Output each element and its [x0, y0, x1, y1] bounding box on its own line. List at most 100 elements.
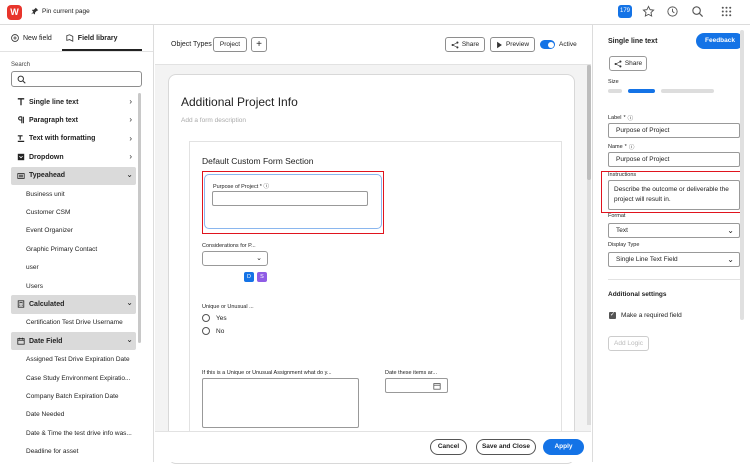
- info-icon: ⓘ: [627, 116, 634, 122]
- item-label: Event Organizer: [26, 227, 73, 235]
- typeahead-icon: [17, 172, 25, 179]
- left-scrollbar[interactable]: [138, 93, 141, 343]
- library-field-item[interactable]: Certification Test Drive Username: [11, 314, 136, 332]
- divider: [608, 279, 740, 280]
- designer-footer: Cancel Save and Close Apply: [155, 431, 591, 462]
- radio-no[interactable]: No: [202, 327, 224, 335]
- purpose-field-label: Purpose of Project * ⓘ: [213, 184, 269, 190]
- preview-button[interactable]: Preview: [490, 37, 535, 52]
- field-type-item[interactable]: Paragraph text ›: [11, 111, 136, 129]
- pin-label: Pin current page: [42, 7, 90, 15]
- library-field-item[interactable]: Deadline for asset: [11, 442, 136, 460]
- item-label: Date Field: [29, 337, 63, 345]
- info-icon: ⓘ: [628, 145, 635, 151]
- assignment-textarea[interactable]: [202, 378, 359, 428]
- size-selector[interactable]: [608, 89, 714, 93]
- display-type-dropdown[interactable]: Single Line Text Field ⌄: [608, 252, 740, 267]
- format-dropdown[interactable]: Text ⌄: [608, 223, 740, 238]
- pin-current-page[interactable]: Pin current page: [31, 7, 90, 15]
- notification-badge[interactable]: 179: [618, 5, 632, 18]
- field-type-item[interactable]: Text with formatting ›: [11, 130, 136, 148]
- canvas-scrollbar[interactable]: [587, 65, 591, 425]
- cancel-button[interactable]: Cancel: [430, 439, 467, 455]
- library-field-item[interactable]: Assigned Test Drive Expiration Date: [11, 350, 136, 368]
- designer-toolbar: Object Types Project + Share Preview Act…: [155, 25, 591, 65]
- right-scrollbar[interactable]: [740, 30, 744, 320]
- item-label: Company Batch Expiration Date: [26, 392, 119, 400]
- plus-circle-icon: [11, 34, 19, 42]
- field-group-header[interactable]: Typeahead ⌄: [11, 166, 136, 185]
- library-field-item[interactable]: Date & Time the test drive info was...: [11, 424, 136, 442]
- object-types-label: Object Types: [171, 41, 212, 48]
- chevron-down-icon: ⌄: [126, 298, 133, 308]
- radio-yes[interactable]: Yes: [202, 314, 227, 322]
- library-field-item[interactable]: Users: [11, 277, 136, 295]
- library-field-item[interactable]: Case Study Environment Expiratio...: [11, 369, 136, 387]
- left-tabs: New field Field library: [11, 34, 117, 42]
- item-label: Users: [26, 282, 43, 290]
- star-icon[interactable]: [642, 5, 655, 18]
- library-field-item[interactable]: Event Organizer: [11, 222, 136, 240]
- paragraph-icon: [18, 116, 24, 124]
- text-icon: [17, 98, 25, 106]
- library-field-item[interactable]: user: [11, 259, 136, 277]
- date-field-input[interactable]: [385, 378, 448, 393]
- format-label: Format: [608, 213, 626, 219]
- field-library-list: Single line text › Paragraph text › Text wit…: [11, 93, 136, 461]
- add-object-type-button[interactable]: +: [251, 37, 267, 52]
- form-description-input[interactable]: Add a form description: [181, 117, 246, 124]
- app-logo[interactable]: W: [7, 5, 22, 20]
- chevron-right-icon: ›: [129, 152, 132, 162]
- chevron-down-icon: ⌄: [727, 255, 734, 264]
- active-toggle[interactable]: [540, 40, 555, 49]
- tab-new-field[interactable]: New field: [11, 34, 52, 42]
- chevron-right-icon: ›: [129, 115, 132, 125]
- search-label: Search: [11, 62, 31, 68]
- apply-button[interactable]: Apply: [543, 439, 584, 455]
- library-field-item[interactable]: Graphic Primary Contact: [11, 240, 136, 258]
- play-icon: [497, 41, 502, 48]
- search-icon[interactable]: [691, 5, 704, 18]
- name-input[interactable]: Purpose of Project: [608, 152, 740, 167]
- section-title[interactable]: Default Custom Form Section: [202, 156, 313, 166]
- library-field-item[interactable]: Business unit: [11, 185, 136, 203]
- item-label: Typeahead: [29, 172, 66, 180]
- share-button[interactable]: Share: [445, 37, 485, 52]
- library-field-item[interactable]: Customer CSM: [11, 203, 136, 221]
- chevron-right-icon: ›: [129, 97, 132, 106]
- field-type-item[interactable]: Dropdown ›: [11, 148, 136, 166]
- chevron-down-icon: ⌄: [256, 255, 262, 262]
- size-large[interactable]: [661, 89, 714, 93]
- save-and-close-button[interactable]: Save and Close: [476, 439, 536, 455]
- field-group-header[interactable]: Calculated ⌄: [11, 295, 136, 314]
- radio-circle[interactable]: [202, 314, 210, 322]
- purpose-of-project-field[interactable]: Purpose of Project * ⓘ: [204, 174, 382, 229]
- object-type-project-chip[interactable]: Project: [213, 37, 247, 52]
- instructions-textarea[interactable]: Describe the outcome or deliverable the …: [608, 180, 740, 210]
- field-share-button[interactable]: Share: [609, 56, 647, 71]
- size-medium[interactable]: [628, 89, 655, 93]
- apps-grid-icon[interactable]: [720, 5, 733, 18]
- item-label: Single line text: [29, 98, 79, 106]
- calculator-icon: [17, 300, 25, 308]
- field-type-item[interactable]: Single line text ›: [11, 93, 136, 111]
- calendar-icon[interactable]: [433, 382, 441, 390]
- size-small[interactable]: [608, 89, 622, 93]
- properties-title: Single line text: [608, 38, 658, 45]
- tag-s[interactable]: S: [257, 272, 267, 282]
- considerations-dropdown[interactable]: ⌄: [202, 251, 268, 266]
- label-input[interactable]: Purpose of Project: [608, 123, 740, 138]
- library-field-item[interactable]: Date Needed: [11, 406, 136, 424]
- purpose-field-input[interactable]: [212, 191, 368, 206]
- feedback-button[interactable]: Feedback: [696, 33, 744, 49]
- add-logic-button[interactable]: Add Logic: [608, 336, 649, 351]
- history-icon[interactable]: [666, 5, 679, 18]
- form-title[interactable]: Additional Project Info: [181, 95, 298, 109]
- tab-field-library[interactable]: Field library: [66, 34, 117, 42]
- tag-d[interactable]: D: [244, 272, 254, 282]
- radio-circle[interactable]: [202, 327, 210, 335]
- required-checkbox[interactable]: ✓: [609, 312, 616, 319]
- library-field-item[interactable]: Company Batch Expiration Date: [11, 387, 136, 405]
- field-search-input[interactable]: [11, 71, 142, 87]
- field-group-header[interactable]: Date Field ⌄: [11, 332, 136, 351]
